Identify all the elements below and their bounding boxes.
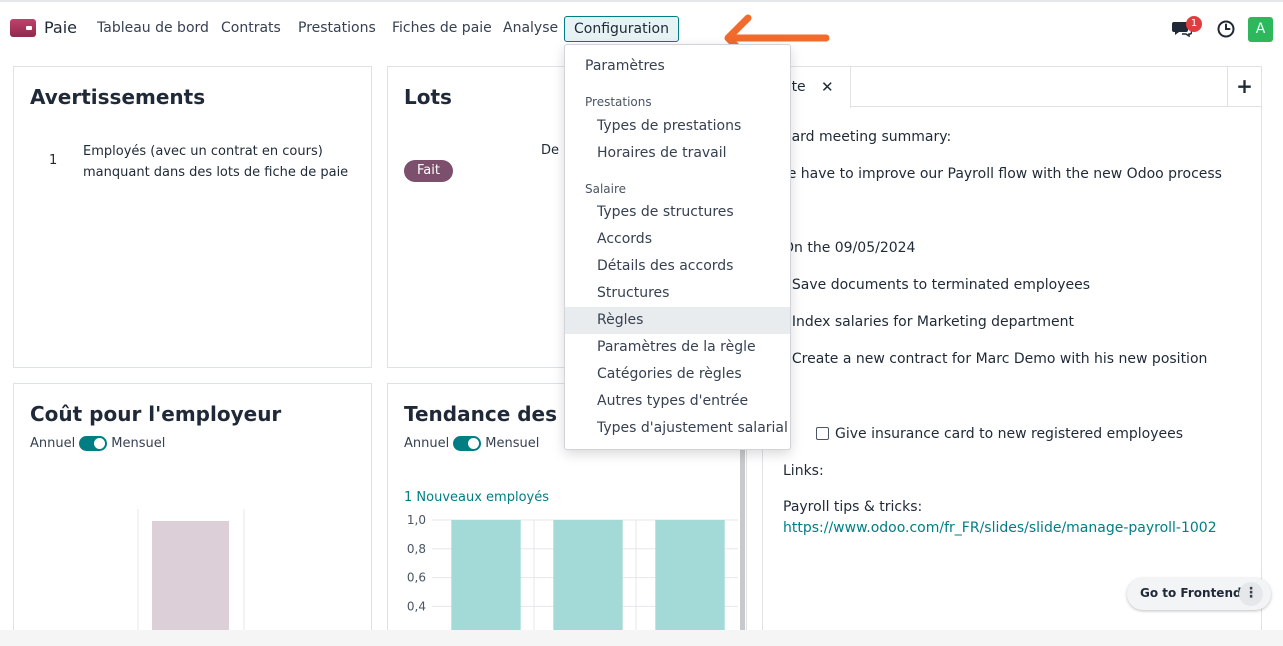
note-line: /e have to improve our Payroll flow with… — [783, 166, 1222, 182]
checklist-item: Give insurance card to new registered em… — [816, 426, 1183, 442]
note-line: oard meeting summary: — [783, 129, 952, 145]
trend-chart: 1,00,80,60,40,2 — [407, 513, 738, 645]
status-badge-fait[interactable]: Fait — [404, 160, 453, 182]
chart-legend-new-employees[interactable]: 1 Nouveaux employés — [404, 490, 549, 505]
chart-bar[interactable] — [553, 520, 623, 645]
user-avatar[interactable]: A — [1248, 17, 1273, 42]
go-to-frontend-label: Go to Frontend — [1140, 586, 1242, 600]
nav-contrats[interactable]: Contrats — [221, 20, 281, 36]
lots-de-text: De — [541, 143, 560, 158]
menu-item-accords[interactable]: Accords — [565, 226, 790, 253]
lots-title: Lots — [404, 85, 452, 109]
menu-item-details-des-accords[interactable]: Détails des accords — [565, 253, 790, 280]
menu-item-types-d-ajustement-salarial[interactable]: Types d'ajustement salarial — [565, 415, 790, 442]
add-tab-button[interactable]: + — [1227, 67, 1261, 107]
toggle-label-mensuel: Mensuel — [111, 436, 166, 451]
app-name[interactable]: Paie — [44, 18, 77, 37]
note-line: On the 09/05/2024 — [783, 240, 916, 256]
menu-item-autres-types-d-entree[interactable]: Autres types d'entrée — [565, 388, 790, 415]
menu-item-horaires-de-travail[interactable]: Horaires de travail — [565, 140, 790, 167]
menu-item-categories-de-regles[interactable]: Catégories de règles — [565, 361, 790, 388]
scrollbar[interactable] — [740, 450, 745, 630]
toggle-label-mensuel: Mensuel — [485, 436, 540, 451]
note-line: . Create a new contract for Marc Demo wi… — [783, 351, 1208, 367]
period-toggle[interactable] — [79, 436, 108, 451]
checkbox[interactable] — [816, 427, 829, 440]
chart-bar[interactable] — [655, 520, 725, 645]
bottom-edge — [0, 630, 1283, 646]
menu-item-types-de-structures[interactable]: Types de structures — [565, 199, 790, 226]
go-to-frontend-button[interactable]: Go to Frontend ⋮ — [1127, 578, 1271, 610]
chart-bar[interactable] — [451, 520, 521, 645]
cost-bar — [152, 521, 229, 644]
menu-item-parametres-de-la-regle[interactable]: Paramètres de la règle — [565, 334, 790, 361]
y-tick-label: 0,6 — [407, 571, 426, 585]
note-tabbar: ote ✕ + — [763, 67, 1261, 108]
menu-item-parametres[interactable]: Paramètres — [565, 53, 790, 80]
menu-item-structures[interactable]: Structures — [565, 280, 790, 307]
warning-text[interactable]: Employés (avec un contrat en cours) manq… — [83, 141, 353, 183]
nav-prestations[interactable]: Prestations — [298, 20, 376, 36]
note-line: . Save documents to terminated employees — [783, 277, 1091, 293]
trend-period-toggle-row: Annuel Mensuel — [404, 436, 539, 451]
chat-badge: 1 — [1186, 16, 1202, 32]
y-tick-label: 0,4 — [407, 599, 426, 613]
payroll-tips-link[interactable]: https://www.odoo.com/fr_FR/slides/slide/… — [783, 520, 1217, 536]
configuration-dropdown: Paramètres Prestations Types de prestati… — [564, 44, 791, 450]
payroll-app-icon[interactable] — [10, 19, 36, 37]
close-icon[interactable]: ✕ — [821, 67, 834, 107]
cost-period-toggle-row: Annuel Mensuel — [30, 436, 165, 451]
links-label: Links: — [783, 463, 824, 479]
nav-fiches-de-paie[interactable]: Fiches de paie — [392, 20, 492, 36]
y-tick-label: 1,0 — [407, 513, 426, 527]
cost-title: Coût pour l'employeur — [30, 402, 282, 426]
menu-header-salaire: Salaire — [585, 182, 627, 196]
nav-analyse[interactable]: Analyse — [503, 20, 558, 36]
note-line: . Index salaries for Marketing departmen… — [783, 314, 1074, 330]
nav-tableau-de-bord[interactable]: Tableau de bord — [97, 20, 209, 36]
employer-cost-card: Coût pour l'employeur Annuel Mensuel — [13, 383, 372, 646]
checklist-text: Give insurance card to new registered em… — [835, 426, 1184, 442]
toggle-label-annuel: Annuel — [404, 436, 450, 451]
menu-item-regles[interactable]: Règles — [565, 307, 790, 334]
clock-icon[interactable] — [1217, 20, 1235, 38]
toggle-label-annuel: Annuel — [30, 436, 76, 451]
warnings-card: Avertissements 1 Employés (avec un contr… — [13, 66, 372, 368]
menu-header-prestations: Prestations — [585, 95, 652, 109]
cost-chart — [137, 509, 245, 644]
more-options-icon[interactable]: ⋮ — [1239, 582, 1263, 606]
warnings-title: Avertissements — [30, 85, 206, 109]
y-tick-label: 0,8 — [407, 542, 426, 556]
tips-label: Payroll tips & tricks: — [783, 499, 923, 515]
menu-item-types-de-prestations[interactable]: Types de prestations — [565, 113, 790, 140]
period-toggle[interactable] — [453, 436, 482, 451]
warning-count[interactable]: 1 — [49, 153, 57, 168]
note-card: ote ✕ + oard meeting summary: /e have to… — [762, 66, 1262, 646]
nav-configuration[interactable]: Configuration — [564, 16, 679, 42]
